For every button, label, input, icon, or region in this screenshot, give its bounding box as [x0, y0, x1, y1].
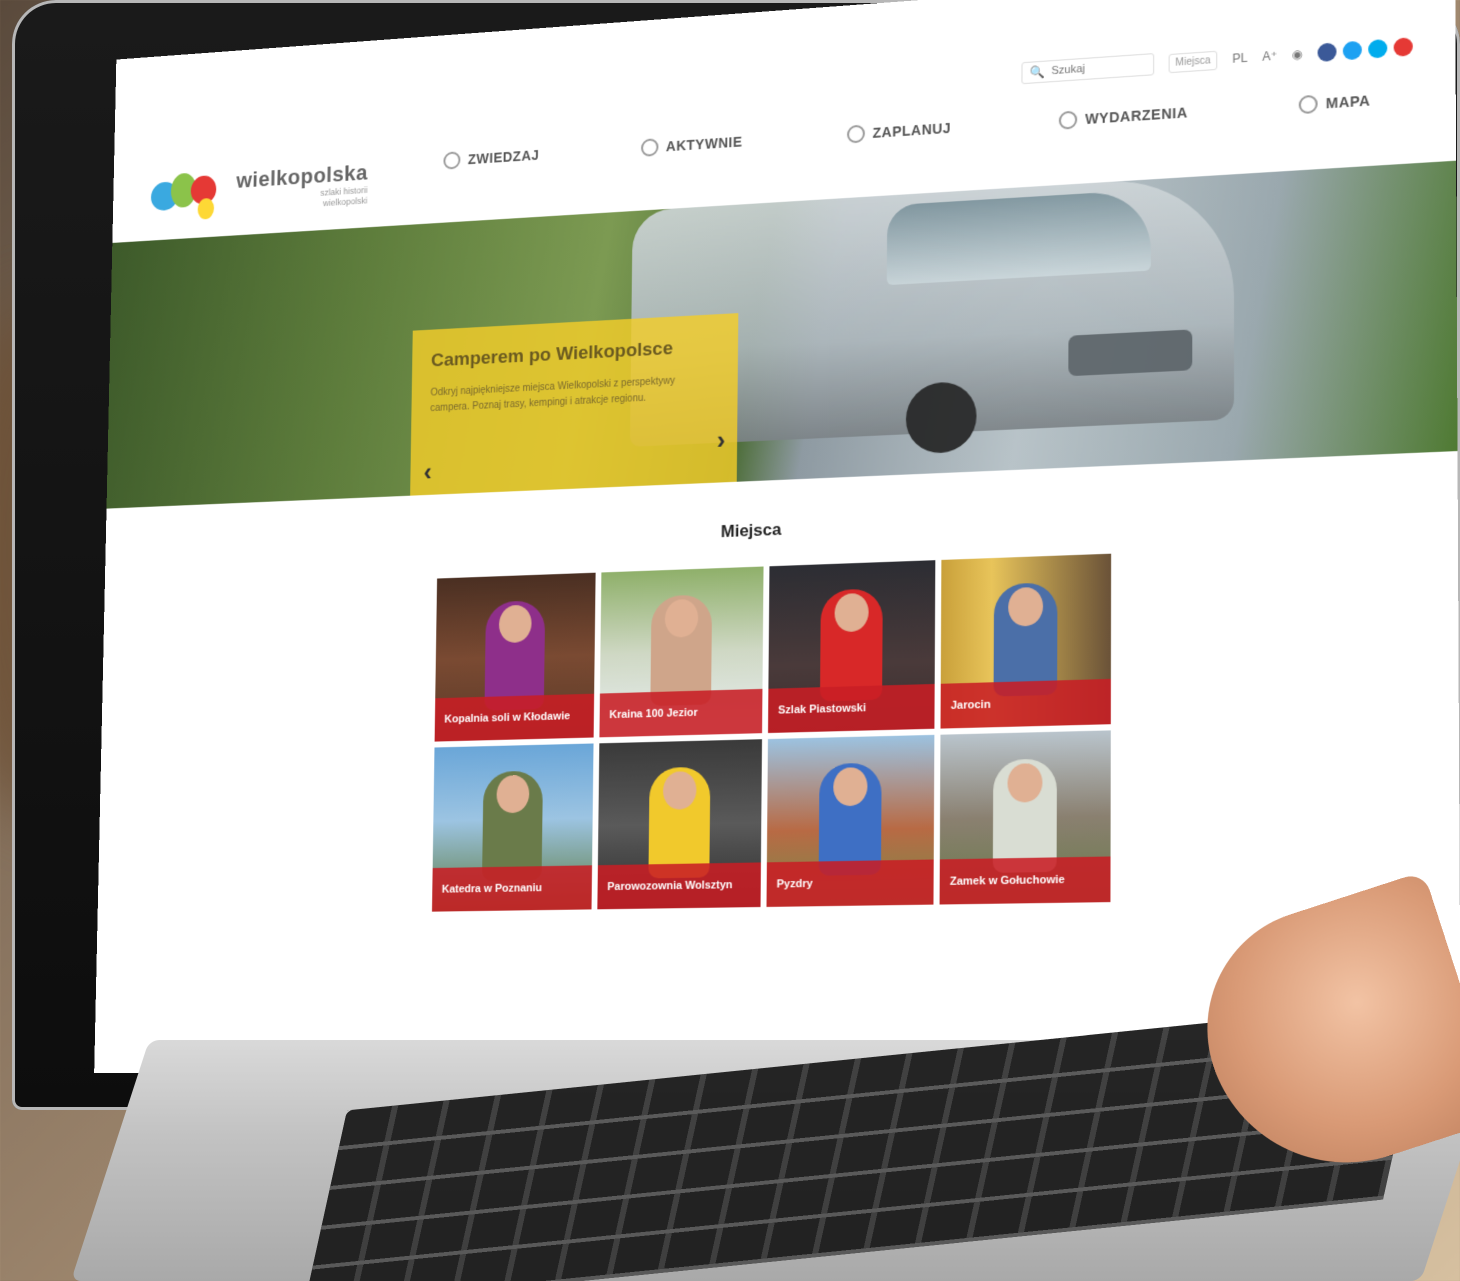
place-label: Szlak Piastowski — [768, 683, 935, 734]
nav-label: AKTYWNIE — [665, 133, 743, 155]
language-select[interactable]: PL — [1232, 51, 1247, 66]
nav-mapa[interactable]: MAPA — [1298, 91, 1371, 115]
chevron-right-icon[interactable]: › — [717, 425, 726, 456]
main-nav: ZWIEDZAJ AKTYWNIE ZAPLANUJ WYDARZENIA MA… — [443, 91, 1371, 170]
place-label: Kopalnia soli w Kłodawie — [434, 693, 595, 742]
nav-label: MAPA — [1325, 92, 1371, 112]
search-scope-select[interactable]: Miejsca — [1168, 50, 1218, 73]
site-logo[interactable]: wielkopolska szlaki historii wielkopolsk… — [150, 155, 368, 224]
social-links — [1317, 37, 1413, 63]
laptop-screen: wielkopolska szlaki historii wielkopolsk… — [94, 0, 1460, 1073]
search-input[interactable] — [1051, 60, 1113, 78]
font-size-button[interactable]: A⁺ — [1262, 49, 1277, 64]
place-label: Katedra w Poznaniu — [431, 865, 593, 912]
place-label: Jarocin — [940, 678, 1111, 729]
place-tile[interactable]: Kraina 100 Jezior — [599, 566, 764, 738]
nav-wydarzenia[interactable]: WYDARZENIA — [1058, 103, 1188, 130]
calendar-icon — [1058, 110, 1077, 130]
nav-label: ZWIEDZAJ — [467, 147, 540, 168]
chevron-left-icon[interactable]: ‹ — [423, 457, 432, 488]
place-label: Parowozownia Wolsztyn — [597, 862, 761, 910]
place-tile[interactable]: Szlak Piastowski — [768, 560, 936, 734]
nav-aktywnie[interactable]: AKTYWNIE — [640, 133, 743, 157]
place-tile[interactable]: Jarocin — [940, 553, 1112, 729]
nav-zaplanuj[interactable]: ZAPLANUJ — [846, 119, 952, 144]
place-tile[interactable]: Kopalnia soli w Kłodawie — [434, 572, 596, 742]
utility-bar: 🔍 Miejsca PL A⁺ ◉ — [1021, 35, 1413, 85]
instagram-icon[interactable] — [1368, 38, 1388, 59]
place-label: Kraina 100 Jezior — [599, 688, 763, 738]
search-box[interactable]: 🔍 — [1021, 53, 1154, 85]
hero-title: Camperem po Wielkopolsce — [430, 338, 674, 372]
place-tile[interactable]: Zamek w Gołuchowie — [939, 730, 1111, 905]
logo-mark-icon — [150, 165, 224, 225]
compass-icon — [443, 151, 461, 170]
search-icon: 🔍 — [1030, 64, 1046, 80]
map-pin-icon — [1298, 94, 1318, 115]
contrast-button[interactable]: ◉ — [1292, 47, 1303, 62]
nav-label: WYDARZENIA — [1085, 104, 1188, 128]
nav-label: ZAPLANUJ — [872, 119, 952, 141]
place-tile[interactable]: Pyzdry — [766, 734, 935, 907]
facebook-icon[interactable] — [1317, 42, 1337, 63]
runner-icon — [640, 138, 659, 157]
route-icon — [846, 124, 865, 144]
place-tile[interactable]: Parowozownia Wolsztyn — [597, 739, 763, 910]
places-grid: Kopalnia soli w Kłodawie Kraina 100 Jezi… — [431, 553, 1119, 912]
nav-zwiedzaj[interactable]: ZWIEDZAJ — [443, 146, 539, 170]
place-label: Pyzdry — [766, 859, 934, 907]
section-title: Miejsca — [720, 519, 782, 542]
logo-subtitle-line: wielkopolski — [322, 195, 368, 209]
twitter-icon[interactable] — [1342, 40, 1362, 61]
youtube-icon[interactable] — [1393, 37, 1413, 57]
place-tile[interactable]: Katedra w Poznaniu — [431, 743, 594, 912]
hero-card[interactable]: Camperem po Wielkopolsce Odkryj najpiękn… — [410, 313, 739, 496]
place-label: Zamek w Gołuchowie — [939, 856, 1111, 905]
hero-text: Odkryj najpiękniejsze miejsca Wielkopols… — [430, 375, 675, 415]
